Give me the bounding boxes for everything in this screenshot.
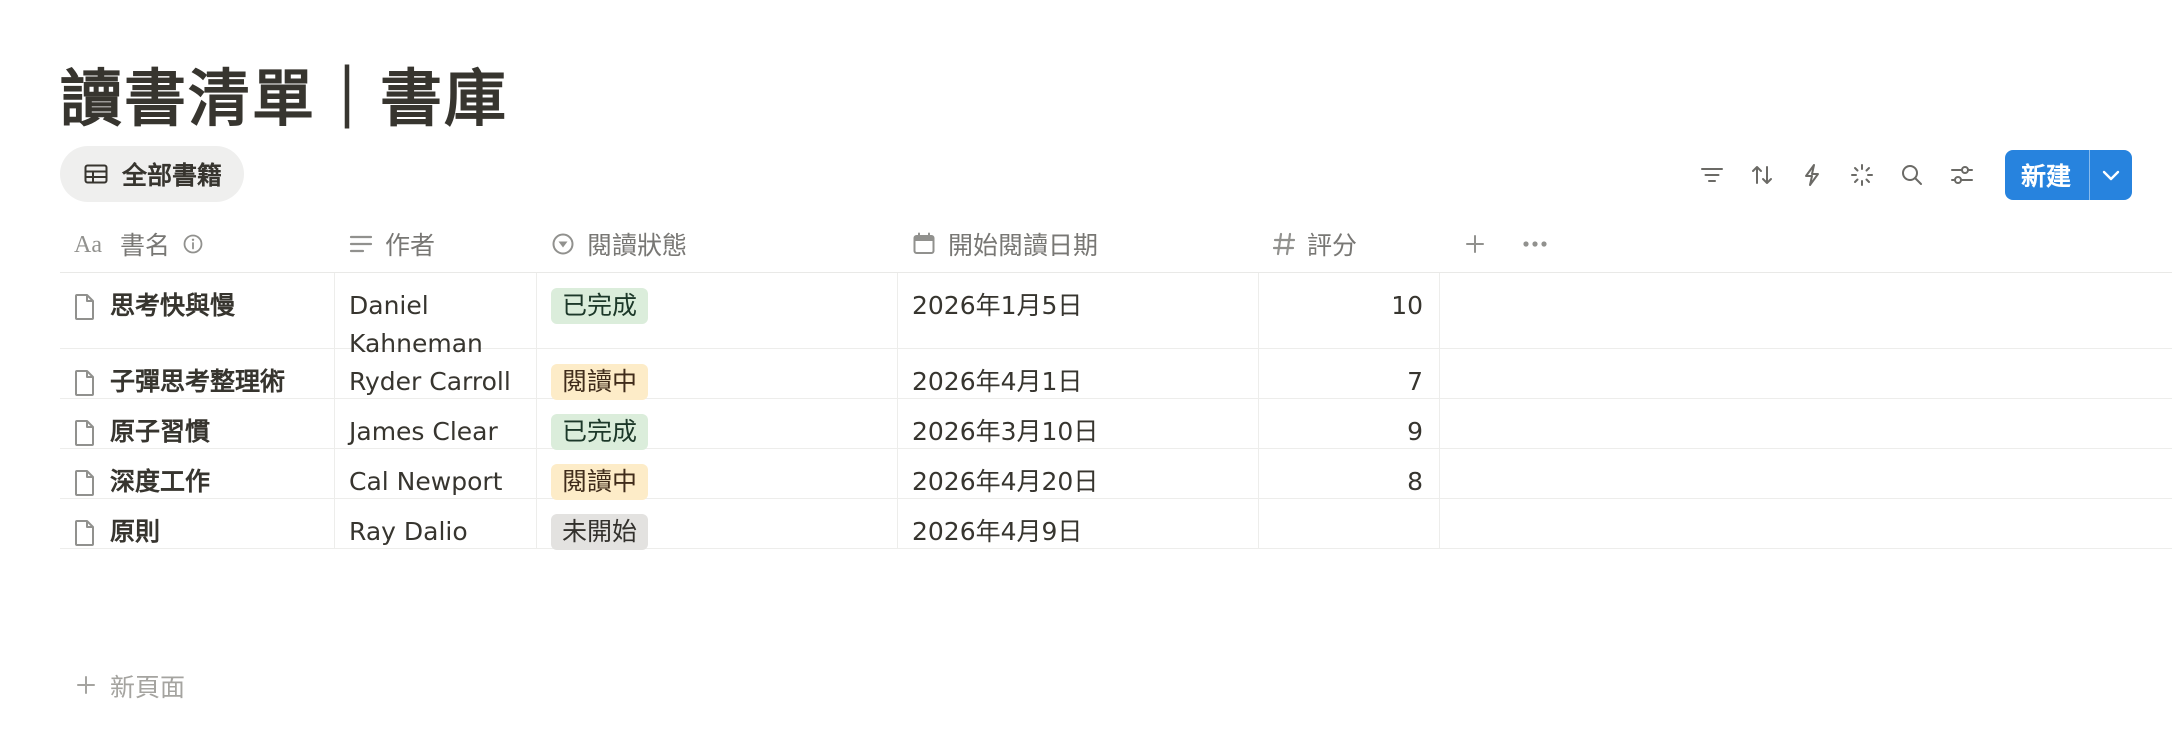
new-button-group: 新建 <box>2004 150 2132 200</box>
column-header-author[interactable]: 作者 <box>335 216 537 272</box>
number-property-icon <box>1273 232 1295 256</box>
column-header-name[interactable]: Aa 書名 <box>60 216 335 272</box>
book-name: 原子習慣 <box>110 417 211 446</box>
score-cell[interactable]: 10 <box>1259 273 1440 348</box>
score-cell[interactable] <box>1259 499 1440 548</box>
book-name-cell[interactable]: 原子習慣 <box>60 399 335 448</box>
search-icon[interactable] <box>1887 150 1937 200</box>
page-icon <box>74 413 96 448</box>
author-cell[interactable]: Cal Newport <box>335 449 537 498</box>
book-name: 深度工作 <box>110 467 211 496</box>
sort-icon[interactable] <box>1737 150 1787 200</box>
column-header-actions <box>1440 216 1548 272</box>
status-cell[interactable]: 閱讀中 <box>537 349 898 400</box>
status-badge: 閱讀中 <box>551 464 649 500</box>
empty-cell <box>1440 349 2172 398</box>
column-header-score[interactable]: 評分 <box>1259 216 1440 272</box>
status-badge: 已完成 <box>551 414 649 450</box>
book-name-cell[interactable]: 深度工作 <box>60 449 335 498</box>
date-cell[interactable]: 2026年4月1日 <box>898 349 1259 398</box>
more-options-icon[interactable] <box>1522 240 1548 248</box>
table-icon <box>84 164 108 184</box>
automation-icon[interactable] <box>1787 150 1837 200</box>
add-new-page-label: 新頁面 <box>110 673 186 702</box>
page-icon <box>74 513 96 548</box>
status-badge: 已完成 <box>551 288 649 324</box>
status-property-icon <box>551 232 575 256</box>
table-row[interactable]: 思考快與慢 Daniel Kahneman 已完成 2026年1月5日 10 <box>60 273 2172 358</box>
book-name-cell[interactable]: 原則 <box>60 499 335 548</box>
book-name-cell[interactable]: 思考快與慢 <box>60 273 335 348</box>
view-tab-label: 全部書籍 <box>122 161 223 190</box>
column-header-status[interactable]: 閱讀狀態 <box>537 216 898 272</box>
date-cell[interactable]: 2026年1月5日 <box>898 273 1259 348</box>
new-options-button[interactable] <box>2089 150 2132 200</box>
filter-icon[interactable] <box>1687 150 1737 200</box>
empty-cell <box>1440 499 2172 548</box>
score-cell[interactable]: 9 <box>1259 399 1440 448</box>
date-cell[interactable]: 2026年4月20日 <box>898 449 1259 498</box>
book-name: 思考快與慢 <box>110 291 236 320</box>
empty-cell <box>1440 399 2172 448</box>
page-icon <box>74 363 96 398</box>
database-toolbar: 新建 <box>1687 150 2132 200</box>
status-cell[interactable]: 已完成 <box>537 399 898 450</box>
table-row[interactable]: 原則 Ray Dalio 未開始 2026年4月9日 <box>60 499 2172 550</box>
empty-cell <box>1440 449 2172 498</box>
svg-text:Aa: Aa <box>74 232 102 256</box>
settings-sliders-icon[interactable] <box>1937 150 1987 200</box>
add-property-icon[interactable] <box>1464 233 1486 255</box>
table-row[interactable]: 子彈思考整理術 Ryder Carroll 閱讀中 2026年4月1日 7 <box>60 349 2172 400</box>
add-new-page-button[interactable]: 新頁面 <box>76 668 185 704</box>
date-cell[interactable]: 2026年4月9日 <box>898 499 1259 548</box>
empty-cell <box>1440 273 2172 348</box>
author-cell[interactable]: Ray Dalio <box>335 499 537 548</box>
calendar-icon <box>912 232 936 256</box>
book-name: 原則 <box>110 517 161 546</box>
status-cell[interactable]: 閱讀中 <box>537 449 898 500</box>
status-badge: 未開始 <box>551 514 649 550</box>
table-row[interactable]: 深度工作 Cal Newport 閱讀中 2026年4月20日 8 <box>60 449 2172 500</box>
plus-icon <box>76 672 96 701</box>
table-header: Aa 書名 作者 閱讀狀態 開始閱讀日期 評分 <box>60 216 2172 273</box>
score-cell[interactable]: 7 <box>1259 349 1440 398</box>
page-title: 讀書清單｜書庫 <box>60 62 509 135</box>
column-header-date[interactable]: 開始閱讀日期 <box>898 216 1259 272</box>
book-name-cell[interactable]: 子彈思考整理術 <box>60 349 335 398</box>
book-name: 子彈思考整理術 <box>110 367 286 396</box>
status-cell[interactable]: 未開始 <box>537 499 898 550</box>
author-cell[interactable]: James Clear <box>335 399 537 448</box>
status-cell[interactable]: 已完成 <box>537 273 898 348</box>
info-icon[interactable] <box>182 233 204 255</box>
new-button[interactable]: 新建 <box>2005 150 2089 200</box>
text-lines-icon <box>349 234 373 254</box>
view-tab-all-books[interactable]: 全部書籍 <box>60 146 245 202</box>
status-badge: 閱讀中 <box>551 364 649 400</box>
table-body: 思考快與慢 Daniel Kahneman 已完成 2026年1月5日 10 子彈思考整理… <box>60 273 2172 550</box>
chevron-down-icon <box>2102 166 2120 185</box>
author-cell[interactable]: Daniel Kahneman <box>335 273 537 358</box>
page-icon <box>74 463 96 498</box>
book-table: Aa 書名 作者 閱讀狀態 開始閱讀日期 評分 思考快與慢 Daniel Kah… <box>60 216 2172 550</box>
page-icon <box>74 287 96 348</box>
author-cell[interactable]: Ryder Carroll <box>335 349 537 398</box>
text-property-icon: Aa <box>74 232 108 256</box>
table-row[interactable]: 原子習慣 James Clear 已完成 2026年3月10日 9 <box>60 399 2172 450</box>
ai-sparkle-icon[interactable] <box>1837 150 1887 200</box>
score-cell[interactable]: 8 <box>1259 449 1440 498</box>
date-cell[interactable]: 2026年3月10日 <box>898 399 1259 448</box>
